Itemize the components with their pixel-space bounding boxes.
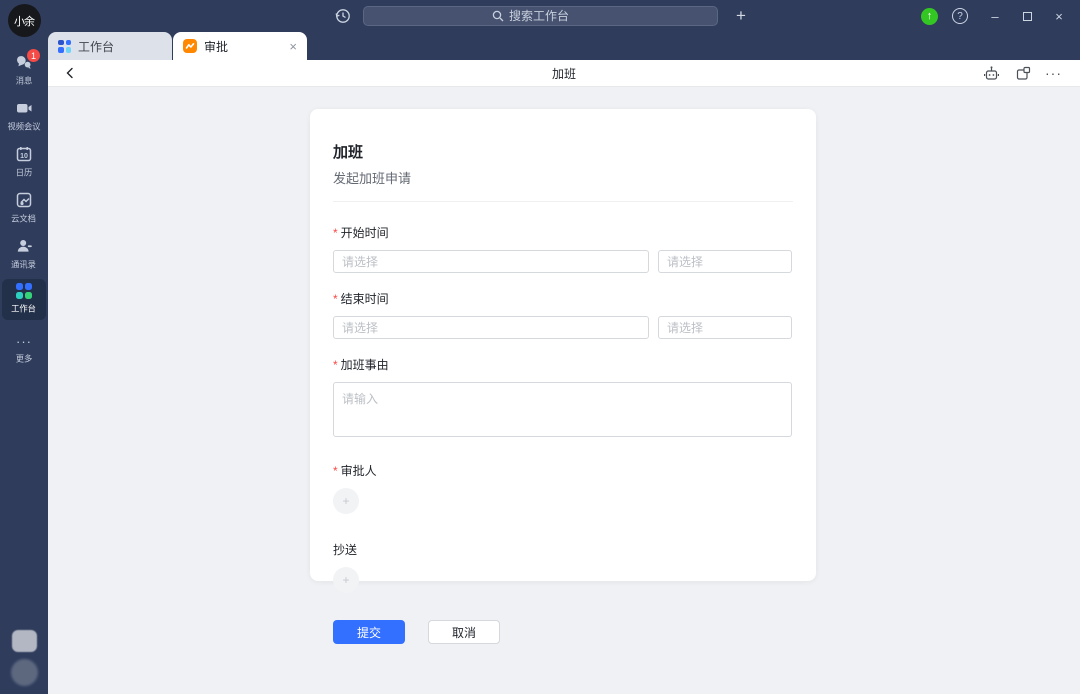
pinned-app-icon[interactable] <box>11 659 38 686</box>
page-header: 加班 ··· <box>48 60 1080 87</box>
workbench-tab-icon <box>58 40 71 53</box>
page-title: 加班 <box>48 65 1080 82</box>
close-button[interactable]: × <box>1046 3 1072 29</box>
submit-button[interactable]: 提交 <box>333 620 405 644</box>
sidebar-item-calendar[interactable]: 10 日历 <box>2 141 46 184</box>
more-actions-icon[interactable]: ··· <box>1045 65 1062 81</box>
workbench-icon <box>16 283 32 299</box>
sidebar-item-label: 视频会议 <box>7 121 40 133</box>
required-marker: * <box>333 226 338 240</box>
tab-approval[interactable]: 审批 × <box>173 32 307 60</box>
reason-textarea[interactable] <box>333 382 792 437</box>
upgrade-icon[interactable]: ↑ <box>921 8 938 25</box>
sidebar-item-label: 工作台 <box>12 303 37 315</box>
svg-text:10: 10 <box>20 153 28 160</box>
maximize-icon <box>1023 12 1032 21</box>
unread-badge: 1 <box>27 49 40 62</box>
calendar-icon: 10 <box>15 145 33 163</box>
sidebar-item-more[interactable]: ··· 更多 <box>2 331 46 370</box>
avatar[interactable]: 小余 <box>8 4 41 37</box>
sidebar: 小余 1 消息 视频会议 10 日历 云文档 <box>0 0 48 694</box>
video-camera-icon <box>15 99 33 117</box>
reason-label: * 加班事由 <box>333 356 793 373</box>
sidebar-item-docs[interactable]: 云文档 <box>2 187 46 230</box>
back-button[interactable] <box>60 63 80 83</box>
tab-close-icon[interactable]: × <box>289 39 297 54</box>
form-subtitle: 发起加班申请 <box>333 168 793 187</box>
sidebar-item-contacts[interactable]: 通讯录 <box>2 233 46 276</box>
sidebar-item-workbench[interactable]: 工作台 <box>2 279 46 320</box>
main-content: 加班 发起加班申请 * 开始时间 * 结束时间 * 加班事由 * 审批人 <box>48 87 1080 694</box>
chevron-left-icon <box>63 66 77 80</box>
pinned-app-icon[interactable] <box>12 630 37 652</box>
maximize-button[interactable] <box>1014 3 1040 29</box>
help-icon[interactable]: ? <box>952 8 968 24</box>
pinned-apps <box>0 630 48 686</box>
search-field[interactable] <box>509 9 589 23</box>
plus-icon: + <box>342 494 349 508</box>
cc-label: 抄送 <box>333 541 793 558</box>
cancel-button[interactable]: 取消 <box>428 620 500 644</box>
approver-label: * 审批人 <box>333 462 793 479</box>
cloud-doc-icon <box>15 191 33 209</box>
sidebar-item-label: 消息 <box>16 75 33 87</box>
approval-tab-icon <box>183 39 197 53</box>
contacts-icon <box>15 237 33 255</box>
tab-bar: 工作台 审批 × <box>48 32 1080 60</box>
required-marker: * <box>333 292 338 306</box>
tab-workbench[interactable]: 工作台 <box>48 32 172 60</box>
end-time-label: * 结束时间 <box>333 290 793 307</box>
required-marker: * <box>333 464 338 478</box>
sidebar-item-label: 日历 <box>16 167 33 179</box>
sidebar-item-messages[interactable]: 1 消息 <box>2 49 46 92</box>
search-icon <box>492 10 504 22</box>
end-date-input[interactable] <box>333 316 649 339</box>
open-in-window-icon[interactable] <box>1013 63 1033 83</box>
history-icon[interactable] <box>332 5 354 27</box>
plus-icon: + <box>342 573 349 587</box>
form-title: 加班 <box>333 141 793 162</box>
add-cc-button[interactable]: + <box>333 567 359 593</box>
sidebar-item-label: 通讯录 <box>12 259 37 271</box>
minimize-button[interactable]: – <box>982 3 1008 29</box>
more-dots-icon: ··· <box>16 335 32 349</box>
new-tab-button[interactable]: + <box>729 4 753 28</box>
required-marker: * <box>333 358 338 372</box>
titlebar: + ↑ ? – × <box>0 0 1080 32</box>
start-date-input[interactable] <box>333 250 649 273</box>
start-time-label: * 开始时间 <box>333 224 793 241</box>
robot-icon[interactable] <box>981 63 1001 83</box>
sidebar-item-label: 更多 <box>16 353 33 365</box>
tab-label: 工作台 <box>78 38 114 55</box>
tab-label: 审批 <box>204 38 228 55</box>
overtime-form-card: 加班 发起加班申请 * 开始时间 * 结束时间 * 加班事由 * 审批人 <box>310 109 816 581</box>
end-time-input[interactable] <box>658 316 792 339</box>
start-time-input[interactable] <box>658 250 792 273</box>
sidebar-item-video-meeting[interactable]: 视频会议 <box>2 95 46 138</box>
global-search-input[interactable] <box>363 6 718 26</box>
add-approver-button[interactable]: + <box>333 488 359 514</box>
sidebar-item-label: 云文档 <box>12 213 37 225</box>
divider <box>333 201 793 202</box>
